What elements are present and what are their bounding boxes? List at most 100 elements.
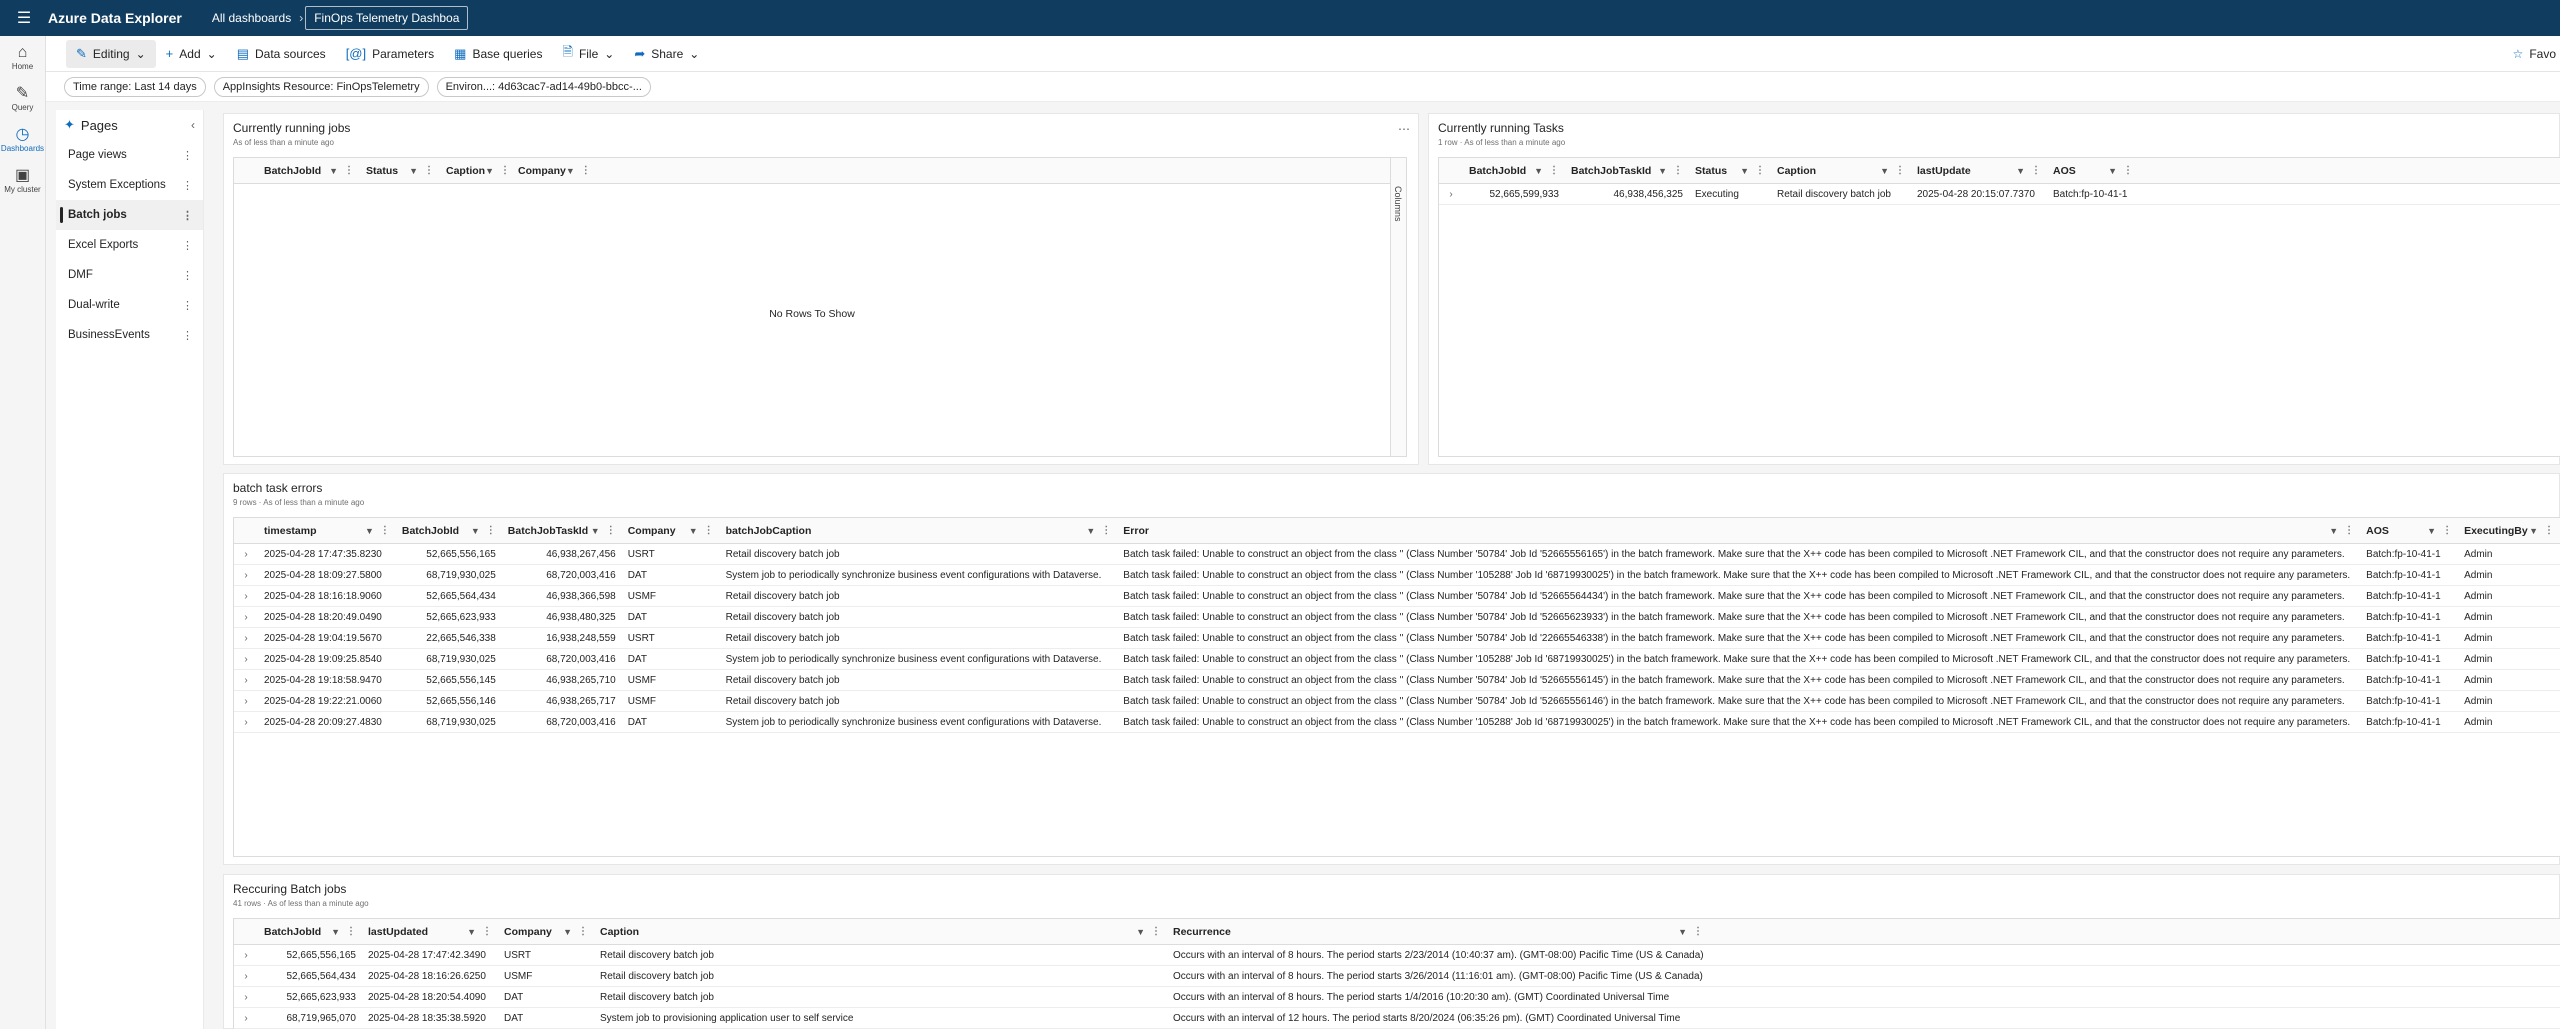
table-row[interactable]: › 2025-04-28 18:09:27.5800 68,719,930,025 6… [234, 565, 2560, 586]
column-header[interactable]: Status ▼ ⋮ [360, 158, 440, 184]
filter-icon[interactable]: ▼ [2108, 166, 2117, 176]
table-row[interactable]: › 2025-04-28 17:47:35.8230 52,665,556,165 4… [234, 544, 2560, 565]
column-header[interactable]: BatchJobId ▼ ⋮ [258, 158, 360, 184]
column-menu-icon[interactable]: ⋮ [1755, 165, 1765, 176]
more-icon[interactable]: ⋮ [182, 179, 193, 192]
table-row[interactable]: › 2025-04-28 20:09:27.4830 68,719,930,025 6… [234, 712, 2560, 733]
expand-row-icon[interactable]: › [234, 675, 258, 686]
column-menu-icon[interactable]: ⋮ [1673, 165, 1683, 176]
more-icon[interactable]: ⋯ [1398, 122, 1410, 136]
add-button[interactable]: + Add ⌄ [156, 40, 227, 67]
column-menu-icon[interactable]: ⋮ [2123, 165, 2133, 176]
breadcrumb-all-dashboards[interactable]: All dashboards [206, 11, 297, 25]
page-item-dmf[interactable]: DMF ⋮ [56, 260, 203, 290]
column-header[interactable]: BatchJobId ▼ ⋮ [396, 518, 502, 544]
base-queries-button[interactable]: ▦ Base queries [444, 40, 552, 68]
column-header[interactable]: AOS ▼ ⋮ [2360, 518, 2458, 544]
column-header[interactable]: lastUpdate ▼ ⋮ [1911, 158, 2047, 184]
appinsights-parameter[interactable]: AppInsights Resource: FinOpsTelemetry [213, 76, 429, 97]
rail-my-cluster[interactable]: ▣ My cluster [0, 159, 45, 200]
column-menu-icon[interactable]: ⋮ [2544, 525, 2554, 536]
column-header[interactable]: Company ▼ ⋮ [622, 518, 720, 544]
column-menu-icon[interactable]: ⋮ [346, 926, 356, 937]
column-header[interactable]: BatchJobId ▼ ⋮ [1463, 158, 1565, 184]
column-menu-icon[interactable]: ⋮ [1549, 165, 1559, 176]
expand-row-icon[interactable]: › [234, 591, 258, 602]
column-header[interactable]: lastUpdated ▼ ⋮ [362, 919, 498, 945]
page-item-system-exceptions[interactable]: System Exceptions ⋮ [56, 170, 203, 200]
expand-row-icon[interactable]: › [234, 654, 258, 665]
table-row[interactable]: › 2025-04-28 19:09:25.8540 68,719,930,025 6… [234, 649, 2560, 670]
filter-icon[interactable]: ▼ [1534, 166, 1543, 176]
table-row[interactable]: › 52,665,623,933 2025-04-28 18:20:54.4090 D… [234, 987, 2560, 1008]
table-row[interactable]: › 2025-04-28 18:16:18.9060 52,665,564,434 4… [234, 586, 2560, 607]
filter-icon[interactable]: ▼ [409, 166, 418, 176]
expand-row-icon[interactable]: › [234, 696, 258, 707]
expand-row-icon[interactable]: › [234, 570, 258, 581]
expand-row-icon[interactable]: › [234, 612, 258, 623]
filter-icon[interactable]: ▼ [1740, 166, 1749, 176]
column-header[interactable]: Caption ▼ ⋮ [1771, 158, 1911, 184]
table-row[interactable]: › 2025-04-28 18:20:49.0490 52,665,623,933 4… [234, 607, 2560, 628]
expand-row-icon[interactable]: › [234, 717, 258, 728]
column-header[interactable]: BatchJobTaskId ▼ ⋮ [1565, 158, 1689, 184]
column-header[interactable]: Company ▼ ⋮ [498, 919, 594, 945]
expand-row-icon[interactable]: › [234, 992, 258, 1003]
table-row[interactable]: › 52,665,599,933 46,938,456,325 Executin… [1439, 184, 2560, 205]
table-row[interactable]: › 2025-04-28 19:18:58.9470 52,665,556,145 4… [234, 670, 2560, 691]
column-header[interactable]: Caption ▼ ⋮ [594, 919, 1167, 945]
column-header[interactable]: timestamp ▼ ⋮ [258, 518, 396, 544]
column-menu-icon[interactable]: ⋮ [606, 525, 616, 536]
parameters-button[interactable]: [@] Parameters [336, 40, 444, 67]
column-menu-icon[interactable]: ⋮ [344, 165, 354, 176]
expand-row-icon[interactable]: › [1439, 189, 1463, 200]
expand-row-icon[interactable]: › [234, 950, 258, 961]
column-menu-icon[interactable]: ⋮ [1101, 525, 1111, 536]
page-item-dual-write[interactable]: Dual-write ⋮ [56, 290, 203, 320]
more-icon[interactable]: ⋮ [182, 209, 193, 222]
column-menu-icon[interactable]: ⋮ [578, 926, 588, 937]
column-header[interactable]: Status ▼ ⋮ [1689, 158, 1771, 184]
page-item-businessevents[interactable]: BusinessEvents ⋮ [56, 320, 203, 350]
rail-dashboards[interactable]: ◷ Dashboards [0, 118, 45, 159]
more-icon[interactable]: ⋮ [182, 299, 193, 312]
column-header[interactable]: BatchJobTaskId ▼ ⋮ [502, 518, 622, 544]
column-header[interactable]: Caption ▼ ⋮ [440, 158, 512, 184]
page-item-excel-exports[interactable]: Excel Exports ⋮ [56, 230, 203, 260]
filter-icon[interactable]: ▼ [1136, 927, 1145, 937]
filter-icon[interactable]: ▼ [2016, 166, 2025, 176]
expand-row-icon[interactable]: › [234, 1013, 258, 1024]
page-item-batch-jobs[interactable]: Batch jobs ⋮ [56, 200, 203, 230]
column-menu-icon[interactable]: ⋮ [2031, 165, 2041, 176]
filter-icon[interactable]: ▼ [467, 927, 476, 937]
table-row[interactable]: › 2025-04-28 19:22:21.0060 52,665,556,146 4… [234, 691, 2560, 712]
column-menu-icon[interactable]: ⋮ [486, 525, 496, 536]
column-menu-icon[interactable]: ⋮ [1895, 165, 1905, 176]
column-header[interactable]: Error ▼ ⋮ [1117, 518, 2360, 544]
expand-row-icon[interactable]: › [234, 633, 258, 644]
filter-icon[interactable]: ▼ [471, 526, 480, 536]
more-icon[interactable]: ⋮ [182, 269, 193, 282]
filter-icon[interactable]: ▼ [1880, 166, 1889, 176]
column-menu-icon[interactable]: ⋮ [424, 165, 434, 176]
filter-icon[interactable]: ▼ [485, 166, 494, 176]
column-menu-icon[interactable]: ⋮ [581, 165, 591, 176]
more-icon[interactable]: ⋮ [182, 239, 193, 252]
column-menu-icon[interactable]: ⋮ [1151, 926, 1161, 937]
filter-icon[interactable]: ▼ [2529, 526, 2538, 536]
filter-icon[interactable]: ▼ [591, 526, 600, 536]
menu-icon[interactable]: ☰ [0, 0, 48, 36]
environment-parameter[interactable]: Environ...: 4d63cac7-ad14-49b0-bbcc-... [436, 76, 651, 97]
filter-icon[interactable]: ▼ [329, 166, 338, 176]
column-menu-icon[interactable]: ⋮ [704, 525, 714, 536]
filter-icon[interactable]: ▼ [566, 166, 575, 176]
editing-button[interactable]: ✎ Editing ⌄ [66, 39, 156, 68]
column-header[interactable]: Company ▼ ⋮ [512, 158, 596, 184]
column-header[interactable]: AOS ▼ ⋮ [2047, 158, 2139, 184]
rail-query[interactable]: ✎ Query [0, 77, 45, 118]
column-header[interactable]: BatchJobId ▼ ⋮ [258, 919, 362, 945]
column-menu-icon[interactable]: ⋮ [380, 525, 390, 536]
filter-icon[interactable]: ▼ [2329, 526, 2338, 536]
collapse-icon[interactable]: ‹ [191, 118, 195, 132]
columns-side-panel-toggle[interactable]: Columns [1390, 158, 1406, 456]
